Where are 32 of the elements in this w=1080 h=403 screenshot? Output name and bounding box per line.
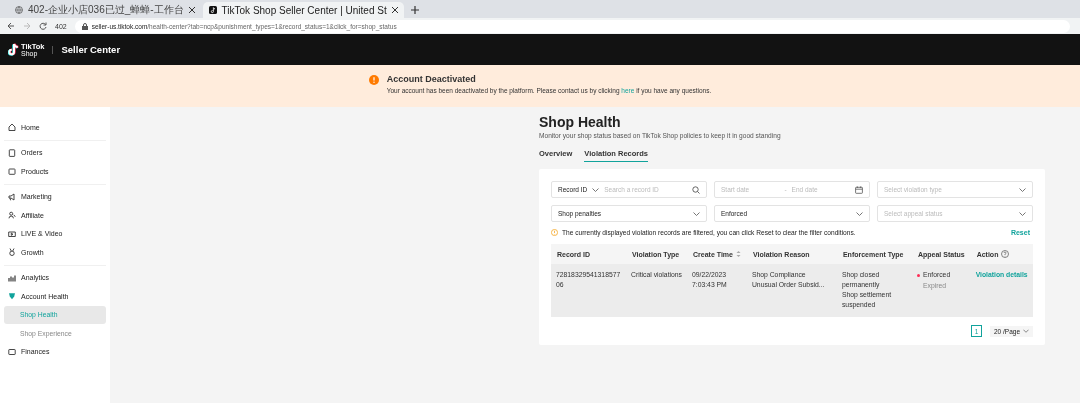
- help-icon[interactable]: [1001, 250, 1010, 258]
- chevron-down-icon: [693, 211, 700, 216]
- new-tab-icon[interactable]: [410, 6, 419, 14]
- app-title: Seller Center: [61, 44, 121, 55]
- chevron-down-icon: [1019, 187, 1026, 192]
- reload-icon[interactable]: [39, 22, 47, 30]
- search-icon: [692, 185, 700, 194]
- chevron-down-icon: [1023, 329, 1029, 333]
- info-icon: [551, 229, 558, 236]
- warning-icon: [368, 75, 379, 85]
- banner-title: Account Deactivated: [386, 74, 477, 84]
- note-icon: [208, 6, 217, 14]
- video-icon: [8, 229, 16, 238]
- home-icon: [8, 123, 16, 132]
- browser-tab[interactable]: 402-企业小店036已过_蝉蝉-工作台: [9, 2, 201, 18]
- close-icon[interactable]: [391, 7, 398, 13]
- page-title: Shop Health: [539, 114, 622, 130]
- chevron-down-icon: [856, 211, 863, 216]
- globe-icon: [15, 6, 23, 14]
- megaphone-icon: [8, 192, 16, 201]
- chart-icon: [8, 273, 16, 282]
- back-icon[interactable]: [7, 22, 15, 30]
- people-icon: [8, 211, 16, 220]
- chevron-down-icon: [592, 187, 600, 192]
- lock-icon: [81, 22, 88, 30]
- calendar-icon: [855, 185, 863, 194]
- browser-tab[interactable]: TikTok Shop Seller Center | United St: [202, 2, 404, 18]
- chevron-down-icon: [1019, 211, 1026, 216]
- close-icon[interactable]: [188, 7, 195, 13]
- medal-icon: [8, 248, 16, 257]
- status-dot: [916, 273, 920, 277]
- shield-icon: [8, 292, 16, 301]
